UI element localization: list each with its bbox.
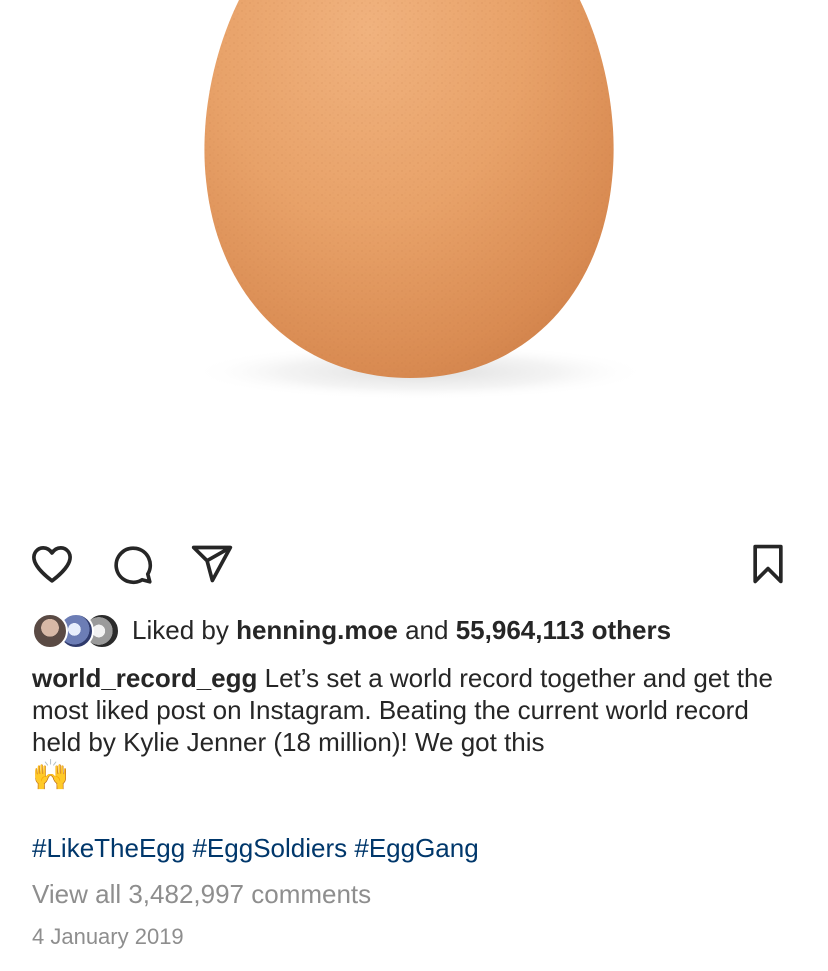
comment-icon xyxy=(114,546,153,585)
raising-hands-emoji: 🙌 xyxy=(32,759,70,792)
save-button[interactable] xyxy=(744,540,792,588)
post-actions-bar xyxy=(0,536,828,592)
comment-button[interactable] xyxy=(108,540,156,588)
avatar xyxy=(32,613,68,649)
likes-joiner: and xyxy=(405,615,449,645)
like-button[interactable] xyxy=(28,540,76,588)
heart-icon xyxy=(32,546,72,583)
bookmark-icon xyxy=(753,544,783,584)
post-image[interactable] xyxy=(0,0,828,520)
paper-plane-icon xyxy=(191,545,233,583)
hashtag-link[interactable]: #LikeTheEgg xyxy=(32,833,185,863)
liker-username-link[interactable]: henning.moe xyxy=(236,615,398,645)
liker-avatars[interactable] xyxy=(32,612,122,649)
share-button[interactable] xyxy=(188,540,236,588)
hashtag-link[interactable]: #EggSoldiers xyxy=(192,833,347,863)
hashtags: #LikeTheEgg #EggSoldiers #EggGang xyxy=(32,830,479,866)
post-caption: world_record_egg Let’s set a world recor… xyxy=(32,662,802,792)
likes-prefix: Liked by xyxy=(132,615,229,645)
view-all-comments-link[interactable]: View all 3,482,997 comments xyxy=(32,876,371,912)
hashtag-link[interactable]: #EggGang xyxy=(354,833,478,863)
post-date: 4 January 2019 xyxy=(32,924,184,949)
caption-username-link[interactable]: world_record_egg xyxy=(32,663,257,693)
egg-illustration xyxy=(190,0,650,400)
likes-others-link[interactable]: 55,964,113 others xyxy=(456,615,671,645)
egg-texture xyxy=(204,0,614,378)
likes-summary: Liked by henning.moe and 55,964,113 othe… xyxy=(132,612,671,648)
likes-row: Liked by henning.moe and 55,964,113 othe… xyxy=(32,610,671,650)
